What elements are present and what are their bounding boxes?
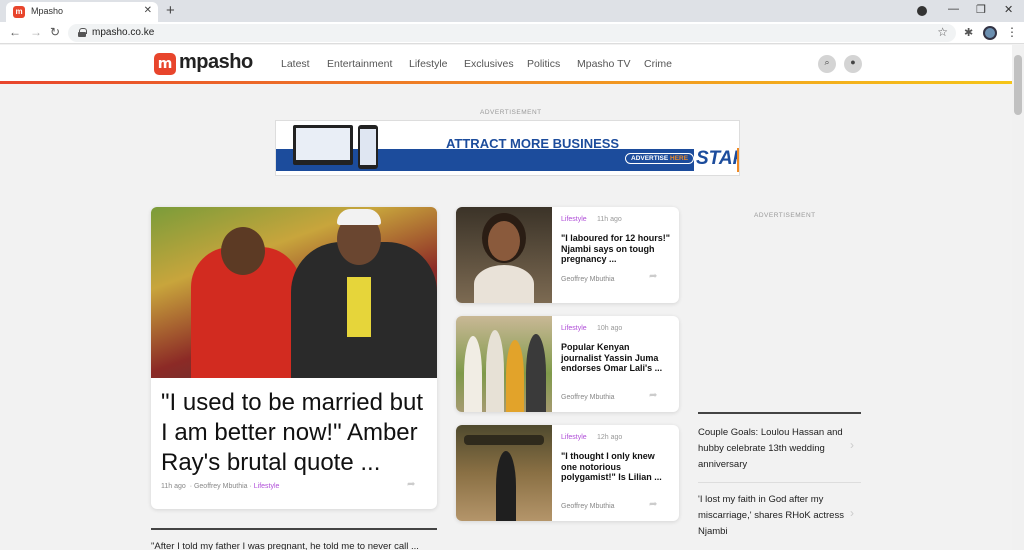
thumbnail-sign <box>464 435 544 445</box>
card-title[interactable]: "I thought I only knew one notorious pol… <box>561 451 671 483</box>
ad-cta-button[interactable]: ADVERTISE HERE <box>625 153 695 164</box>
card-author: Geoffrey Mbuthia <box>561 276 615 283</box>
section-divider <box>151 528 437 530</box>
ad-label-top: ADVERTISEMENT <box>480 109 542 116</box>
story-thumbnail[interactable] <box>456 425 552 521</box>
share-icon[interactable]: ➦ <box>649 390 657 401</box>
story-card[interactable]: Lifestyle 11h ago "I laboured for 12 hou… <box>456 207 679 303</box>
card-category[interactable]: Lifestyle <box>561 325 587 332</box>
share-icon[interactable]: ➦ <box>407 479 415 490</box>
card-category[interactable]: Lifestyle <box>561 216 587 223</box>
chevron-right-icon[interactable]: › <box>850 506 854 520</box>
nav-mpasho-tv[interactable]: Mpasho TV <box>577 58 631 70</box>
browser-tab-bar: m Mpasho ✕ + — ❐ ✕ <box>0 0 1024 22</box>
right-story-link[interactable]: Couple Goals: Loulou Hassan and hubby ce… <box>698 425 860 473</box>
search-button[interactable]: ⌕ <box>818 55 836 73</box>
address-bar[interactable]: mpasho.co.ke ☆ <box>68 24 956 42</box>
scrollbar-thumb[interactable] <box>1014 55 1022 115</box>
thumbnail-body <box>474 265 534 303</box>
feature-category[interactable]: Lifestyle <box>254 483 280 490</box>
reload-icon[interactable]: ↻ <box>50 25 60 39</box>
feature-image[interactable] <box>151 207 437 378</box>
ad-monitor-image <box>293 125 353 165</box>
account-button[interactable]: ● <box>844 55 862 73</box>
forward-icon[interactable]: → <box>30 25 42 39</box>
feature-head-left <box>221 227 265 275</box>
ad-cta-prefix: ADVERTISE <box>631 155 669 162</box>
ad-phone-image <box>358 125 378 169</box>
address-bar-row: ← → ↻ mpasho.co.ke ☆ <box>0 22 1024 44</box>
share-icon[interactable]: ➦ <box>649 499 657 510</box>
bookmark-star-icon[interactable]: ☆ <box>937 25 948 39</box>
ad-banner[interactable]: ATTRACT MORE BUSINESS ADVERTISE HERE STA… <box>275 120 740 176</box>
card-author: Geoffrey Mbuthia <box>561 394 615 401</box>
card-title[interactable]: Popular Kenyan journalist Yassin Juma en… <box>561 342 671 374</box>
thumbnail-figure <box>506 340 524 412</box>
logo-text[interactable]: mpasho <box>179 51 253 74</box>
right-column-divider <box>698 412 861 414</box>
ad-cta-suffix: HERE <box>670 155 689 162</box>
feature-story-card[interactable]: "I used to be married but I am better no… <box>151 207 437 509</box>
thumbnail-face <box>488 221 520 261</box>
logo-mark-icon[interactable]: m <box>154 53 176 75</box>
card-category[interactable]: Lifestyle <box>561 434 587 441</box>
browser-tab[interactable]: m Mpasho ✕ <box>6 2 158 22</box>
lock-icon[interactable] <box>78 28 87 37</box>
ad-brand-text: STAR <box>696 148 739 169</box>
nav-latest[interactable]: Latest <box>281 58 310 70</box>
card-time: 11h ago <box>597 216 622 223</box>
minimize-icon[interactable]: — <box>948 3 959 15</box>
story-card[interactable]: Lifestyle 12h ago "I thought I only knew… <box>456 425 679 521</box>
card-time: 10h ago <box>597 325 623 332</box>
thumbnail-figure <box>486 330 504 412</box>
nav-lifestyle[interactable]: Lifestyle <box>409 58 448 70</box>
story-card[interactable]: Lifestyle 10h ago Popular Kenyan journal… <box>456 316 679 412</box>
right-story-link[interactable]: 'I lost my faith in God after my miscarr… <box>698 492 860 540</box>
restore-icon[interactable]: ❐ <box>976 3 986 16</box>
nav-entertainment[interactable]: Entertainment <box>327 58 392 70</box>
chevron-right-icon[interactable]: › <box>850 438 854 452</box>
browser-menu-icon[interactable]: ⋮ <box>1006 25 1018 39</box>
back-icon[interactable]: ← <box>9 25 21 39</box>
user-icon: ● <box>850 57 856 67</box>
thumbnail-figure <box>526 334 546 412</box>
ad-label-side: ADVERTISEMENT <box>754 212 816 219</box>
brand-gradient-bar <box>0 81 1012 84</box>
bottom-teaser-headline[interactable]: "After I told my father I was pregnant, … <box>151 541 419 550</box>
extensions-icon[interactable]: ✱ <box>964 26 973 39</box>
list-divider <box>698 482 861 483</box>
tab-search-icon[interactable] <box>917 6 927 16</box>
url-text[interactable]: mpasho.co.ke <box>92 27 154 38</box>
story-thumbnail[interactable] <box>456 316 552 412</box>
page-scrollbar[interactable] <box>1012 45 1024 550</box>
feature-title[interactable]: "I used to be married but I am better no… <box>161 388 431 478</box>
feature-cap <box>337 209 381 225</box>
feature-author: · Geoffrey Mbuthia · <box>189 483 252 490</box>
close-tab-icon[interactable]: ✕ <box>144 5 152 16</box>
search-icon: ⌕ <box>824 57 830 67</box>
feature-meta: 11h ago · Geoffrey Mbuthia · Lifestyle <box>161 483 279 490</box>
thumbnail-figure <box>464 336 482 412</box>
feature-time: 11h ago <box>161 483 186 490</box>
ad-brand-logo: STAR <box>694 148 739 172</box>
tab-title: Mpasho <box>31 6 64 16</box>
card-time: 12h ago <box>597 434 623 441</box>
profile-avatar[interactable] <box>983 26 997 40</box>
card-title[interactable]: "I laboured for 12 hours!" Njambi says o… <box>561 233 671 265</box>
nav-crime[interactable]: Crime <box>644 58 672 70</box>
story-thumbnail[interactable] <box>456 207 552 303</box>
new-tab-icon[interactable]: + <box>166 2 175 19</box>
nav-politics[interactable]: Politics <box>527 58 560 70</box>
nav-exclusives[interactable]: Exclusives <box>464 58 514 70</box>
close-window-icon[interactable]: ✕ <box>1004 3 1013 16</box>
share-icon[interactable]: ➦ <box>649 271 657 282</box>
site-header: m mpasho Latest Entertainment Lifestyle … <box>0 45 1012 82</box>
ad-headline: ATTRACT MORE BUSINESS <box>446 136 620 151</box>
thumbnail-figure <box>496 451 516 521</box>
feature-shirt <box>347 277 371 337</box>
card-author: Geoffrey Mbuthia <box>561 503 615 510</box>
site-favicon-icon: m <box>13 6 25 18</box>
